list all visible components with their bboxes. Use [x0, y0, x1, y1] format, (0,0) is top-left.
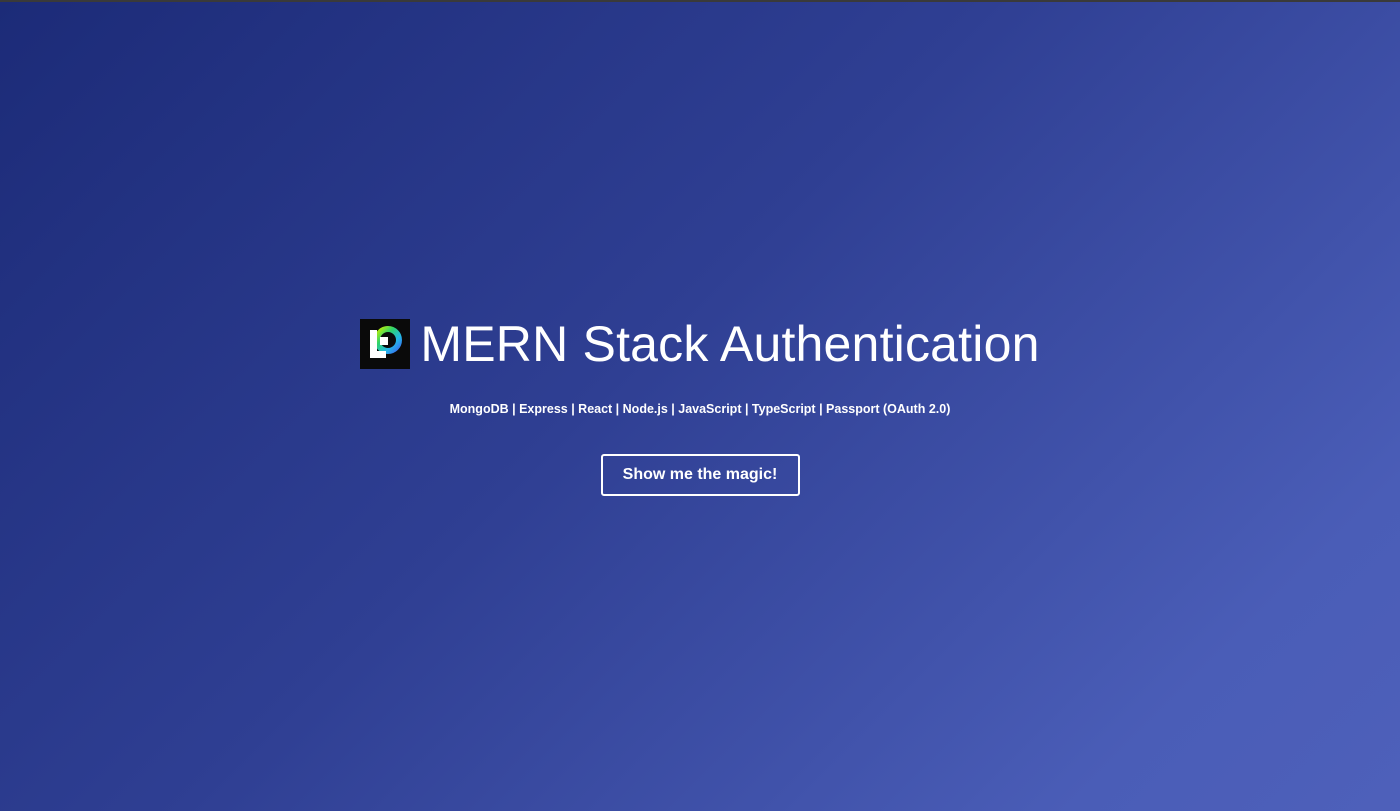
title-row: MERN Stack Authentication: [360, 316, 1039, 372]
page-title: MERN Stack Authentication: [420, 316, 1040, 372]
lp-logo-icon: [360, 319, 411, 369]
show-magic-button[interactable]: Show me the magic!: [600, 454, 800, 496]
tech-stack-subtitle: MongoDB | Express | React | Node.js | Ja…: [449, 402, 951, 416]
top-border: [0, 0, 1400, 2]
hero-section: MERN Stack Authentication MongoDB | Expr…: [0, 316, 1400, 496]
